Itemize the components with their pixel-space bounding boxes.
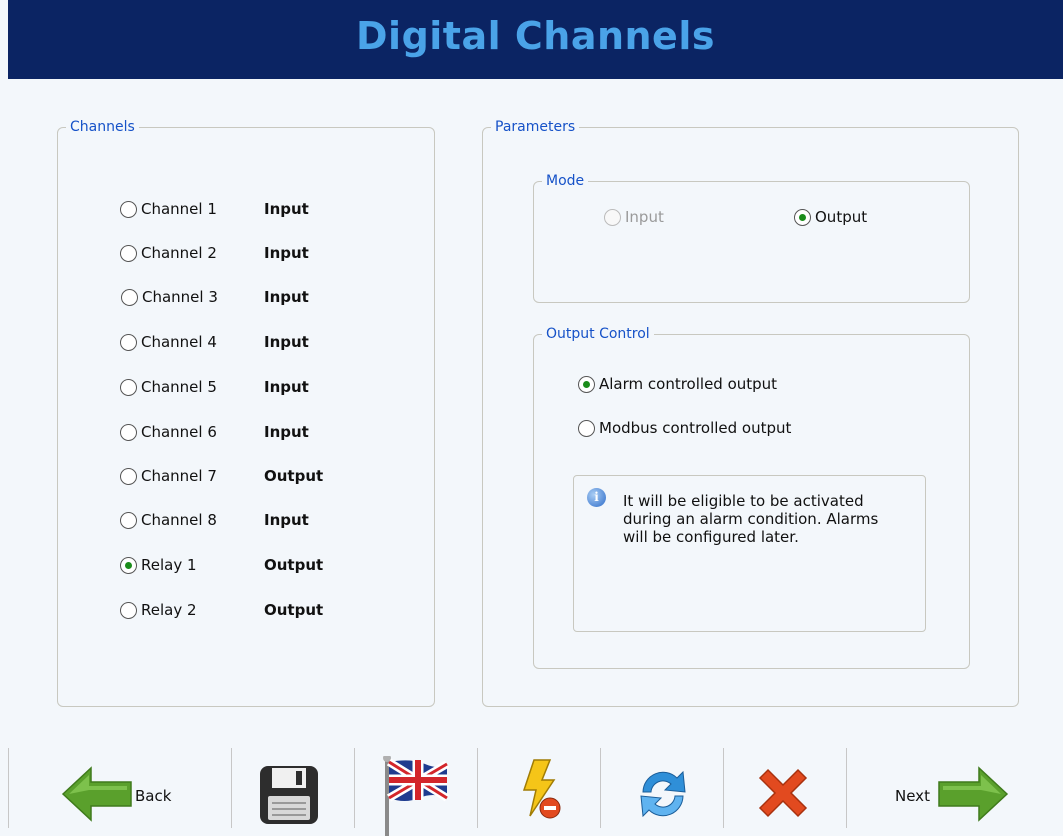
channel-2-status: Input [264,244,309,262]
modbus-output-option[interactable]: Modbus controlled output [578,417,791,439]
channel-5-radio[interactable] [120,378,137,396]
channel-7-label: Channel 7 [141,467,217,485]
relay-1-label: Relay 1 [141,556,197,574]
channel-7-radio[interactable] [120,467,137,485]
channels-legend: Channels [66,118,139,136]
mode-output-label: Output [815,208,868,226]
channel-6-radio[interactable] [120,423,137,441]
parameters-group: Parameters Mode Input Output Output Cont… [482,118,1019,707]
relay-row-2[interactable]: Relay 2 [120,599,197,621]
mode-input-radio[interactable] [604,208,621,226]
uk-flag-icon [383,756,450,836]
channel-8-radio[interactable] [120,511,137,529]
info-box: i It will be eligible to be activated du… [573,475,926,632]
bottom-toolbar: Back Next [0,748,1063,836]
channel-6-status: Input [264,423,309,441]
channel-4-label: Channel 4 [141,333,217,351]
parameters-legend: Parameters [491,118,580,136]
back-button[interactable]: Back [9,748,231,828]
save-button[interactable] [232,748,354,828]
mode-output-radio[interactable] [794,208,811,226]
channel-2-label: Channel 2 [141,244,217,262]
header-bar: Digital Channels [8,0,1063,79]
channel-3-label: Channel 3 [142,288,218,306]
channel-row-4[interactable]: Channel 4 [120,331,217,353]
mode-group: Mode Input Output [533,172,970,303]
page-title: Digital Channels [356,14,715,58]
channel-3-status: Input [264,288,309,306]
alarm-button[interactable] [478,748,600,828]
channel-row-5[interactable]: Channel 5 [120,376,217,398]
back-label: Back [135,787,172,805]
alarm-output-label: Alarm controlled output [599,375,778,393]
next-label: Next [895,787,930,805]
channel-5-label: Channel 5 [141,378,217,396]
relay-2-label: Relay 2 [141,601,197,619]
channel-4-radio[interactable] [120,333,137,351]
channel-row-8[interactable]: Channel 8 [120,509,217,531]
mode-input-label: Input [625,208,664,226]
mode-input-option[interactable]: Input [604,206,664,228]
red-x-icon [758,768,808,818]
channel-row-6[interactable]: Channel 6 [120,421,217,443]
channel-8-status: Input [264,511,309,529]
channel-4-status: Input [264,333,309,351]
channel-7-status: Output [264,467,324,485]
channel-3-radio[interactable] [121,288,138,306]
cancel-button[interactable] [724,748,846,828]
relay-row-1[interactable]: Relay 1 [120,554,197,576]
arrow-left-icon [61,766,132,822]
channel-row-1[interactable]: Channel 1 [120,198,217,220]
channel-row-3[interactable]: Channel 3 [121,286,218,308]
output-control-legend: Output Control [542,325,654,343]
channel-6-label: Channel 6 [141,423,217,441]
modbus-output-label: Modbus controlled output [599,419,792,437]
floppy-disk-icon [260,766,318,824]
next-button[interactable]: Next [847,748,1063,828]
channel-1-status: Input [264,200,309,218]
channel-8-label: Channel 8 [141,511,217,529]
alarm-output-radio[interactable] [578,375,595,393]
channel-5-status: Input [264,378,309,396]
output-control-group: Output Control Alarm controlled output M… [533,325,970,669]
channel-2-radio[interactable] [120,244,137,262]
modbus-output-radio[interactable] [578,419,595,437]
alarm-output-option[interactable]: Alarm controlled output [578,373,777,395]
info-text: It will be eligible to be activated duri… [623,492,879,546]
channel-1-label: Channel 1 [141,200,217,218]
arrow-right-icon [938,766,1009,822]
relay-2-radio[interactable] [120,601,137,619]
relay-2-status: Output [264,601,324,619]
refresh-icon [640,770,686,818]
channel-row-2[interactable]: Channel 2 [120,242,217,264]
info-icon: i [587,488,606,507]
channels-group: Channels Channel 1 Input Channel 2 Input… [57,118,435,707]
refresh-button[interactable] [601,748,723,828]
channel-row-7[interactable]: Channel 7 [120,465,217,487]
relay-1-status: Output [264,556,324,574]
channel-1-radio[interactable] [120,200,137,218]
relay-1-radio[interactable] [120,556,137,574]
mode-output-option[interactable]: Output [794,206,867,228]
mode-legend: Mode [542,172,589,190]
lightning-icon [522,759,561,819]
language-button[interactable] [355,748,477,836]
